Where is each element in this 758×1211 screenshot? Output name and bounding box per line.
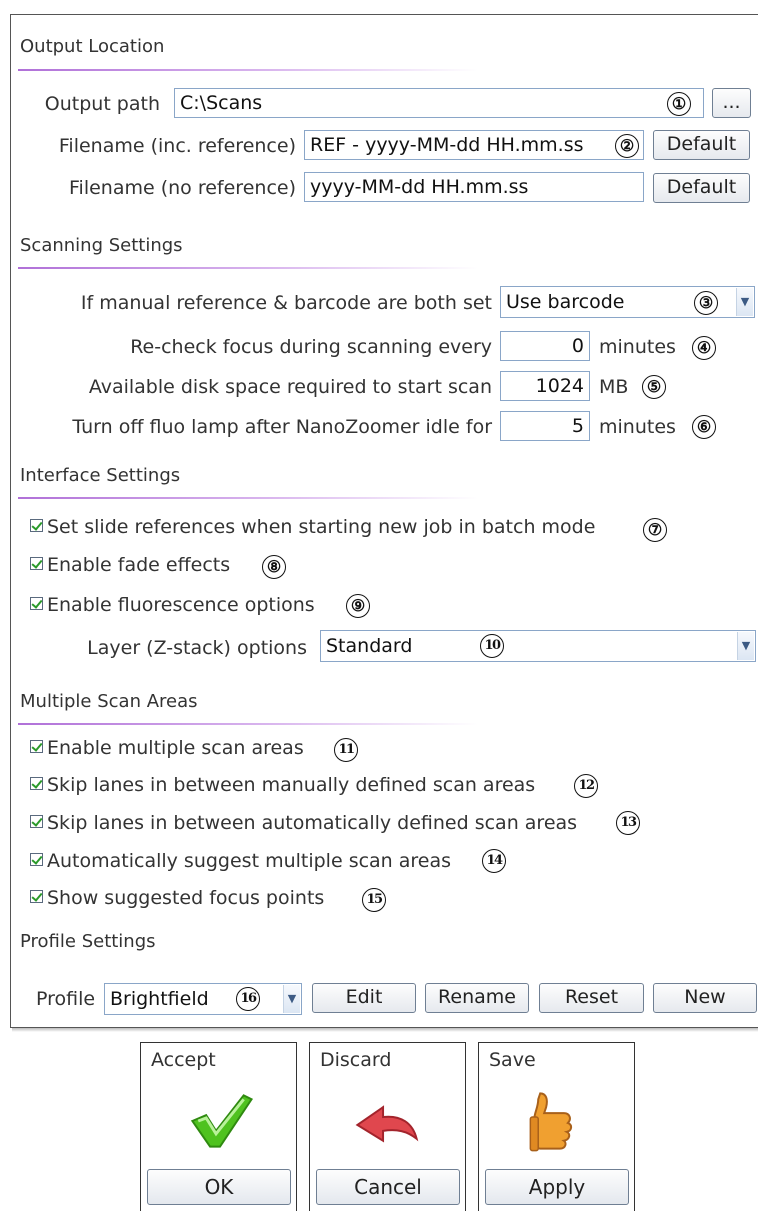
annotation-marker-14: 14 (482, 849, 506, 873)
checkbox-label: Enable fluorescence options (47, 594, 315, 616)
section-divider (18, 267, 478, 269)
thumbs-up-icon (529, 1092, 573, 1152)
undo-arrow-icon (355, 1105, 419, 1143)
new-button[interactable]: New (653, 983, 757, 1013)
filename-ref-input[interactable]: REF - yyyy-MM-dd HH.mm.ss (304, 130, 644, 160)
chevron-down-icon[interactable]: ▼ (737, 632, 754, 660)
section-divider (18, 723, 478, 725)
annotation-marker-11: 11 (334, 738, 358, 762)
annotation-marker-13: 13 (616, 811, 640, 835)
annotation-marker-9: ⑨ (346, 594, 370, 618)
chevron-down-icon[interactable]: ▼ (283, 985, 300, 1013)
section-title-output-location: Output Location (20, 36, 165, 57)
checkbox-focus-points[interactable]: Show suggested focus points (30, 887, 324, 909)
save-tile: Save Apply (478, 1042, 635, 1211)
annotation-marker-10: 10 (480, 634, 504, 658)
edit-button[interactable]: Edit (312, 983, 416, 1013)
layer-value: Standard (326, 635, 413, 657)
annotation-marker-3: ③ (694, 291, 718, 315)
annotation-marker-15: 15 (362, 888, 386, 912)
checkbox-icon[interactable] (30, 519, 43, 532)
annotation-marker-7: ⑦ (643, 518, 667, 542)
annotation-marker-4: ④ (692, 336, 716, 360)
default-noref-button[interactable]: Default (653, 173, 750, 203)
annotation-marker-8: ⑧ (262, 555, 286, 579)
checkbox-enable-multi-scan[interactable]: Enable multiple scan areas (30, 737, 304, 759)
section-title-scanning: Scanning Settings (20, 235, 183, 256)
panel-shadow (12, 1028, 758, 1032)
checkbox-icon[interactable] (30, 597, 43, 610)
layer-label: Layer (Z-stack) options (87, 637, 307, 659)
checkbox-icon[interactable] (30, 815, 43, 828)
checkbox-label: Show suggested focus points (47, 887, 325, 909)
profile-value: Brightfield (110, 988, 209, 1010)
section-title-profile: Profile Settings (20, 931, 156, 952)
default-ref-button[interactable]: Default (653, 130, 750, 160)
fluo-unit: minutes (599, 416, 676, 438)
filename-noref-input[interactable]: yyyy-MM-dd HH.mm.ss (304, 172, 644, 202)
recheck-input[interactable]: 0 (500, 331, 590, 361)
discard-title: Discard (320, 1049, 392, 1071)
checkbox-suggest-areas[interactable]: Automatically suggest multiple scan area… (30, 850, 451, 872)
layer-select[interactable]: Standard ▼ (320, 630, 756, 662)
profile-label: Profile (36, 988, 96, 1010)
output-path-input[interactable]: C:\Scans (174, 88, 704, 118)
disk-input[interactable]: 1024 (500, 371, 590, 401)
checkbox-label: Skip lanes in between automatically defi… (47, 812, 578, 834)
accept-title: Accept (151, 1049, 216, 1071)
profile-select[interactable]: Brightfield ▼ (104, 983, 302, 1015)
recheck-unit: minutes (599, 336, 676, 358)
ok-button[interactable]: OK (147, 1169, 291, 1205)
fluo-input[interactable]: 5 (500, 411, 590, 441)
browse-button[interactable]: ... (712, 88, 751, 118)
fluo-label: Turn off fluo lamp after NanoZoomer idle… (72, 416, 492, 438)
reset-button[interactable]: Reset (539, 983, 644, 1013)
checkbox-label: Set slide references when starting new j… (47, 516, 596, 538)
recheck-label: Re-check focus during scanning every (130, 336, 492, 358)
annotation-marker-2: ② (615, 134, 639, 158)
checkbox-label: Enable multiple scan areas (47, 737, 304, 759)
checkbox-icon[interactable] (30, 890, 43, 903)
manual-ref-value: Use barcode (506, 291, 625, 313)
disk-label: Available disk space required to start s… (88, 376, 492, 398)
checkbox-slide-references[interactable]: Set slide references when starting new j… (30, 516, 595, 538)
save-title: Save (489, 1049, 536, 1071)
section-divider (18, 69, 478, 71)
checkbox-skip-auto[interactable]: Skip lanes in between automatically defi… (30, 812, 577, 834)
chevron-down-icon[interactable]: ▼ (736, 288, 753, 316)
checkbox-label: Enable fade effects (47, 554, 231, 576)
filename-noref-label: Filename (no reference) (69, 177, 296, 199)
annotation-marker-5: ⑤ (642, 375, 666, 399)
cancel-button[interactable]: Cancel (316, 1169, 460, 1205)
manual-ref-label: If manual reference & barcode are both s… (80, 292, 492, 314)
section-divider (18, 497, 478, 499)
section-title-interface: Interface Settings (20, 465, 181, 486)
checkbox-icon[interactable] (30, 777, 43, 790)
discard-tile: Discard Cancel (309, 1042, 466, 1211)
checkmark-icon (190, 1094, 254, 1148)
checkbox-icon[interactable] (30, 853, 43, 866)
checkbox-label: Skip lanes in between manually defined s… (47, 774, 536, 796)
annotation-marker-16: 16 (236, 987, 260, 1011)
output-path-label: Output path (44, 93, 160, 115)
accept-tile: Accept OK (140, 1042, 297, 1211)
filename-ref-label: Filename (inc. reference) (58, 135, 296, 157)
checkbox-fluorescence[interactable]: Enable fluorescence options (30, 594, 315, 616)
checkbox-icon[interactable] (30, 740, 43, 753)
annotation-marker-1: ① (667, 92, 691, 116)
checkbox-label: Automatically suggest multiple scan area… (47, 850, 452, 872)
annotation-marker-12: 12 (574, 774, 598, 798)
annotation-marker-6: ⑥ (692, 415, 716, 439)
checkbox-skip-manual[interactable]: Skip lanes in between manually defined s… (30, 774, 535, 796)
checkbox-icon[interactable] (30, 557, 43, 570)
checkbox-fade-effects[interactable]: Enable fade effects (30, 554, 230, 576)
apply-button[interactable]: Apply (485, 1169, 629, 1205)
section-title-multi-scan: Multiple Scan Areas (20, 691, 198, 712)
rename-button[interactable]: Rename (425, 983, 529, 1013)
disk-unit: MB (599, 376, 629, 398)
